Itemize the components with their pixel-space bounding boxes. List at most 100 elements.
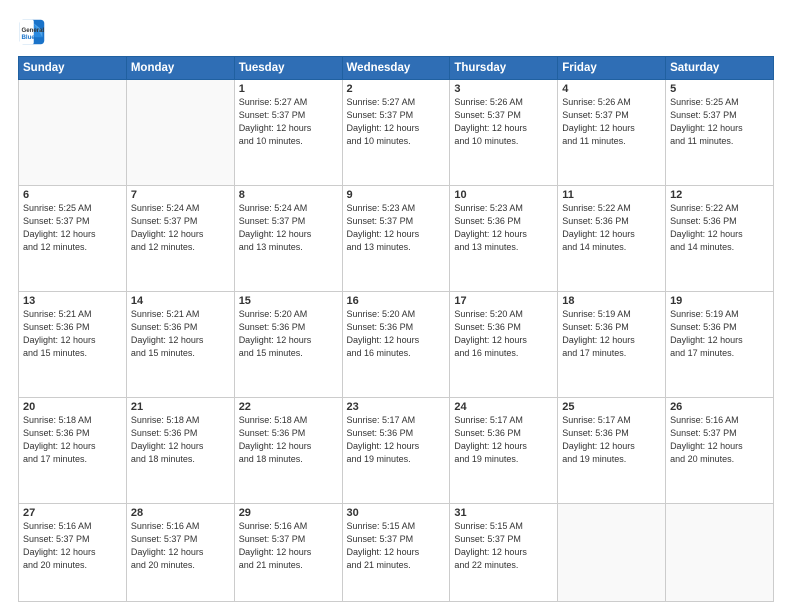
calendar-week-row: 13Sunrise: 5:21 AMSunset: 5:36 PMDayligh… bbox=[19, 291, 774, 397]
day-number: 5 bbox=[670, 83, 769, 95]
day-info: Sunrise: 5:19 AMSunset: 5:36 PMDaylight:… bbox=[670, 308, 769, 360]
calendar-cell: 3Sunrise: 5:26 AMSunset: 5:37 PMDaylight… bbox=[450, 80, 558, 186]
weekday-header-monday: Monday bbox=[126, 57, 234, 80]
day-info: Sunrise: 5:15 AMSunset: 5:37 PMDaylight:… bbox=[347, 520, 446, 572]
calendar-week-row: 1Sunrise: 5:27 AMSunset: 5:37 PMDaylight… bbox=[19, 80, 774, 186]
calendar-cell: 27Sunrise: 5:16 AMSunset: 5:37 PMDayligh… bbox=[19, 503, 127, 601]
calendar-cell: 16Sunrise: 5:20 AMSunset: 5:36 PMDayligh… bbox=[342, 291, 450, 397]
day-number: 4 bbox=[562, 83, 661, 95]
calendar-cell: 7Sunrise: 5:24 AMSunset: 5:37 PMDaylight… bbox=[126, 185, 234, 291]
header: General Blue bbox=[18, 18, 774, 46]
day-info: Sunrise: 5:21 AMSunset: 5:36 PMDaylight:… bbox=[131, 308, 230, 360]
calendar-cell: 11Sunrise: 5:22 AMSunset: 5:36 PMDayligh… bbox=[558, 185, 666, 291]
day-number: 8 bbox=[239, 189, 338, 201]
calendar-cell: 19Sunrise: 5:19 AMSunset: 5:36 PMDayligh… bbox=[666, 291, 774, 397]
day-info: Sunrise: 5:17 AMSunset: 5:36 PMDaylight:… bbox=[562, 414, 661, 466]
day-number: 6 bbox=[23, 189, 122, 201]
calendar-cell bbox=[19, 80, 127, 186]
day-number: 3 bbox=[454, 83, 553, 95]
calendar-cell: 1Sunrise: 5:27 AMSunset: 5:37 PMDaylight… bbox=[234, 80, 342, 186]
day-number: 16 bbox=[347, 295, 446, 307]
day-number: 2 bbox=[347, 83, 446, 95]
day-number: 19 bbox=[670, 295, 769, 307]
day-info: Sunrise: 5:15 AMSunset: 5:37 PMDaylight:… bbox=[454, 520, 553, 572]
weekday-header-thursday: Thursday bbox=[450, 57, 558, 80]
calendar-cell: 8Sunrise: 5:24 AMSunset: 5:37 PMDaylight… bbox=[234, 185, 342, 291]
day-info: Sunrise: 5:21 AMSunset: 5:36 PMDaylight:… bbox=[23, 308, 122, 360]
day-number: 22 bbox=[239, 401, 338, 413]
calendar-table: SundayMondayTuesdayWednesdayThursdayFrid… bbox=[18, 56, 774, 602]
day-number: 23 bbox=[347, 401, 446, 413]
calendar-cell: 5Sunrise: 5:25 AMSunset: 5:37 PMDaylight… bbox=[666, 80, 774, 186]
calendar-cell: 14Sunrise: 5:21 AMSunset: 5:36 PMDayligh… bbox=[126, 291, 234, 397]
day-number: 30 bbox=[347, 507, 446, 519]
day-info: Sunrise: 5:22 AMSunset: 5:36 PMDaylight:… bbox=[562, 202, 661, 254]
day-info: Sunrise: 5:22 AMSunset: 5:36 PMDaylight:… bbox=[670, 202, 769, 254]
day-info: Sunrise: 5:25 AMSunset: 5:37 PMDaylight:… bbox=[23, 202, 122, 254]
day-number: 15 bbox=[239, 295, 338, 307]
day-number: 28 bbox=[131, 507, 230, 519]
calendar-week-row: 27Sunrise: 5:16 AMSunset: 5:37 PMDayligh… bbox=[19, 503, 774, 601]
calendar-cell: 2Sunrise: 5:27 AMSunset: 5:37 PMDaylight… bbox=[342, 80, 450, 186]
calendar-cell: 18Sunrise: 5:19 AMSunset: 5:36 PMDayligh… bbox=[558, 291, 666, 397]
weekday-header-saturday: Saturday bbox=[666, 57, 774, 80]
day-number: 13 bbox=[23, 295, 122, 307]
page: General Blue SundayMondayTuesdayWednesda… bbox=[0, 0, 792, 612]
day-number: 18 bbox=[562, 295, 661, 307]
day-info: Sunrise: 5:16 AMSunset: 5:37 PMDaylight:… bbox=[131, 520, 230, 572]
weekday-header-row: SundayMondayTuesdayWednesdayThursdayFrid… bbox=[19, 57, 774, 80]
calendar-cell: 17Sunrise: 5:20 AMSunset: 5:36 PMDayligh… bbox=[450, 291, 558, 397]
calendar-cell: 25Sunrise: 5:17 AMSunset: 5:36 PMDayligh… bbox=[558, 397, 666, 503]
calendar-cell: 13Sunrise: 5:21 AMSunset: 5:36 PMDayligh… bbox=[19, 291, 127, 397]
day-info: Sunrise: 5:18 AMSunset: 5:36 PMDaylight:… bbox=[23, 414, 122, 466]
calendar-cell: 24Sunrise: 5:17 AMSunset: 5:36 PMDayligh… bbox=[450, 397, 558, 503]
svg-text:General: General bbox=[22, 27, 45, 34]
day-info: Sunrise: 5:16 AMSunset: 5:37 PMDaylight:… bbox=[670, 414, 769, 466]
calendar-cell: 15Sunrise: 5:20 AMSunset: 5:36 PMDayligh… bbox=[234, 291, 342, 397]
calendar-cell: 9Sunrise: 5:23 AMSunset: 5:37 PMDaylight… bbox=[342, 185, 450, 291]
calendar-cell: 31Sunrise: 5:15 AMSunset: 5:37 PMDayligh… bbox=[450, 503, 558, 601]
day-info: Sunrise: 5:26 AMSunset: 5:37 PMDaylight:… bbox=[454, 96, 553, 148]
day-number: 21 bbox=[131, 401, 230, 413]
calendar-cell: 30Sunrise: 5:15 AMSunset: 5:37 PMDayligh… bbox=[342, 503, 450, 601]
day-info: Sunrise: 5:18 AMSunset: 5:36 PMDaylight:… bbox=[131, 414, 230, 466]
day-info: Sunrise: 5:18 AMSunset: 5:36 PMDaylight:… bbox=[239, 414, 338, 466]
calendar-cell bbox=[126, 80, 234, 186]
day-number: 9 bbox=[347, 189, 446, 201]
day-info: Sunrise: 5:24 AMSunset: 5:37 PMDaylight:… bbox=[239, 202, 338, 254]
day-info: Sunrise: 5:26 AMSunset: 5:37 PMDaylight:… bbox=[562, 96, 661, 148]
day-info: Sunrise: 5:27 AMSunset: 5:37 PMDaylight:… bbox=[239, 96, 338, 148]
svg-text:Blue: Blue bbox=[22, 34, 36, 41]
calendar-cell: 23Sunrise: 5:17 AMSunset: 5:36 PMDayligh… bbox=[342, 397, 450, 503]
calendar-cell: 10Sunrise: 5:23 AMSunset: 5:36 PMDayligh… bbox=[450, 185, 558, 291]
day-number: 11 bbox=[562, 189, 661, 201]
day-info: Sunrise: 5:25 AMSunset: 5:37 PMDaylight:… bbox=[670, 96, 769, 148]
calendar-cell: 29Sunrise: 5:16 AMSunset: 5:37 PMDayligh… bbox=[234, 503, 342, 601]
day-info: Sunrise: 5:17 AMSunset: 5:36 PMDaylight:… bbox=[454, 414, 553, 466]
day-number: 29 bbox=[239, 507, 338, 519]
calendar-cell: 26Sunrise: 5:16 AMSunset: 5:37 PMDayligh… bbox=[666, 397, 774, 503]
day-number: 10 bbox=[454, 189, 553, 201]
calendar-cell: 6Sunrise: 5:25 AMSunset: 5:37 PMDaylight… bbox=[19, 185, 127, 291]
calendar-cell: 20Sunrise: 5:18 AMSunset: 5:36 PMDayligh… bbox=[19, 397, 127, 503]
day-number: 7 bbox=[131, 189, 230, 201]
weekday-header-sunday: Sunday bbox=[19, 57, 127, 80]
day-number: 24 bbox=[454, 401, 553, 413]
day-info: Sunrise: 5:20 AMSunset: 5:36 PMDaylight:… bbox=[239, 308, 338, 360]
logo-icon: General Blue bbox=[18, 18, 46, 46]
day-info: Sunrise: 5:20 AMSunset: 5:36 PMDaylight:… bbox=[347, 308, 446, 360]
day-info: Sunrise: 5:23 AMSunset: 5:37 PMDaylight:… bbox=[347, 202, 446, 254]
day-info: Sunrise: 5:16 AMSunset: 5:37 PMDaylight:… bbox=[239, 520, 338, 572]
weekday-header-tuesday: Tuesday bbox=[234, 57, 342, 80]
calendar-week-row: 20Sunrise: 5:18 AMSunset: 5:36 PMDayligh… bbox=[19, 397, 774, 503]
calendar-cell: 4Sunrise: 5:26 AMSunset: 5:37 PMDaylight… bbox=[558, 80, 666, 186]
day-info: Sunrise: 5:20 AMSunset: 5:36 PMDaylight:… bbox=[454, 308, 553, 360]
calendar-cell: 28Sunrise: 5:16 AMSunset: 5:37 PMDayligh… bbox=[126, 503, 234, 601]
day-info: Sunrise: 5:23 AMSunset: 5:36 PMDaylight:… bbox=[454, 202, 553, 254]
calendar-cell: 21Sunrise: 5:18 AMSunset: 5:36 PMDayligh… bbox=[126, 397, 234, 503]
calendar-cell: 12Sunrise: 5:22 AMSunset: 5:36 PMDayligh… bbox=[666, 185, 774, 291]
day-info: Sunrise: 5:16 AMSunset: 5:37 PMDaylight:… bbox=[23, 520, 122, 572]
day-number: 14 bbox=[131, 295, 230, 307]
calendar-cell: 22Sunrise: 5:18 AMSunset: 5:36 PMDayligh… bbox=[234, 397, 342, 503]
day-number: 20 bbox=[23, 401, 122, 413]
